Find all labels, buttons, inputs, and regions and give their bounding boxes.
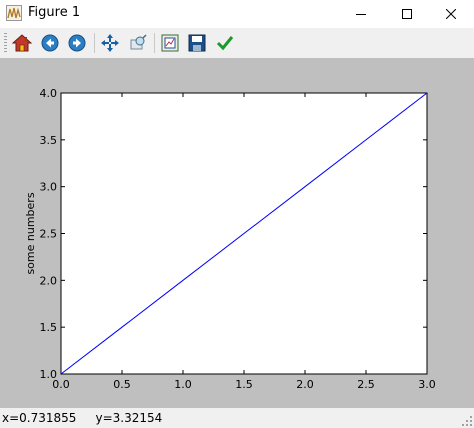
close-icon [446, 9, 456, 19]
x-tick-label: 2.0 [296, 378, 314, 391]
status-bar: x=0.731855 y=3.32154 [0, 408, 474, 428]
x-tick-label: 3.0 [418, 378, 436, 391]
forward-button[interactable] [66, 32, 88, 54]
toolbar-grip[interactable] [4, 33, 7, 53]
y-tick-label: 2.0 [40, 274, 58, 287]
maximize-button[interactable] [384, 0, 430, 28]
checkmark-icon [216, 36, 234, 51]
figure-canvas[interactable]: 0.0 0.5 1.0 1.5 2.0 2.5 3.0 1.0 1.5 2.0 2.5 3.0 3.5… [0, 58, 474, 408]
minimize-button[interactable] [338, 0, 384, 28]
title-bar: Figure 1 [0, 0, 474, 28]
toolbar [0, 28, 474, 58]
save-button[interactable] [186, 32, 208, 54]
x-tick-labels: 0.0 0.5 1.0 1.5 2.0 2.5 3.0 [52, 378, 436, 391]
y-tick-label: 4.0 [40, 87, 58, 100]
plot-area[interactable]: 0.0 0.5 1.0 1.5 2.0 2.5 3.0 1.01.52.02.53.03.5… [0, 58, 474, 408]
edit-parameters-button[interactable] [214, 32, 236, 54]
app-icon [6, 5, 22, 21]
y-tick-label: 3.5 [40, 134, 58, 147]
toolbar-separator [94, 33, 95, 53]
back-arrow-icon [41, 34, 59, 52]
cursor-coordinates: x=0.731855 y=3.32154 [2, 411, 163, 425]
subplots-icon [161, 34, 179, 52]
y-tick-labels: 1.0 1.5 2.0 2.5 3.0 3.5 4.0 [40, 87, 58, 381]
back-button[interactable] [39, 32, 61, 54]
maximize-icon [402, 9, 412, 19]
x-tick-label: 0.5 [113, 378, 131, 391]
toolbar-separator [154, 33, 155, 53]
zoom-button[interactable] [127, 32, 149, 54]
x-tick-label: 1.0 [174, 378, 192, 391]
home-button[interactable] [11, 32, 33, 54]
floppy-disk-icon [188, 34, 206, 52]
configure-subplots-button[interactable] [159, 32, 181, 54]
move-arrows-icon [101, 34, 119, 52]
x-tick-label: 1.5 [235, 378, 253, 391]
home-icon [12, 34, 32, 52]
close-button[interactable] [428, 0, 474, 28]
y-tick-label: 1.0 [40, 368, 58, 381]
pan-button[interactable] [99, 32, 121, 54]
minimize-icon [356, 14, 366, 15]
forward-arrow-icon [68, 34, 86, 52]
window-title: Figure 1 [28, 5, 81, 20]
y-tick-label: 3.0 [40, 181, 58, 194]
x-tick-label: 2.5 [357, 378, 375, 391]
y-tick-label: 2.5 [40, 228, 58, 241]
y-tick-label: 1.5 [40, 321, 58, 334]
y-axis-label: some numbers [24, 192, 37, 274]
zoom-rect-icon [130, 34, 147, 50]
resize-grip-icon[interactable] [462, 416, 472, 426]
